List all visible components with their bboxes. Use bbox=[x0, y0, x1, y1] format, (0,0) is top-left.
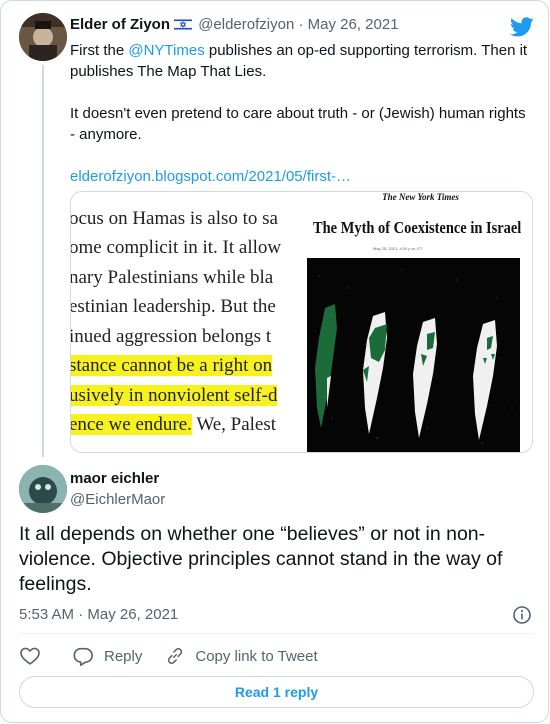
excerpt-line-highlighted: usively in nonviolent self-d bbox=[71, 385, 278, 407]
tweet-paragraph: First the @NYTimes publishes an op-ed su… bbox=[70, 40, 532, 82]
excerpt-line: ome complicit in it. It allow bbox=[71, 237, 282, 258]
reply-timestamp[interactable]: 5:53 AM · May 26, 2021 bbox=[19, 606, 178, 623]
tweet-date[interactable]: May 26, 2021 bbox=[308, 16, 399, 33]
divider bbox=[19, 633, 534, 634]
author-avatar[interactable] bbox=[19, 13, 67, 61]
four-maps-graphic bbox=[307, 258, 520, 452]
parent-tweet-header: Elder of Ziyon @elderofziyon · May 26, 2… bbox=[70, 16, 399, 35]
op-ed-excerpt-image[interactable]: ocus on Hamas is also to sa ome complici… bbox=[71, 192, 307, 452]
thread-connector-line bbox=[42, 65, 44, 457]
text-segment: First the bbox=[70, 42, 129, 59]
highlighted-text: ence we endure. bbox=[71, 414, 192, 435]
tweet-paragraph: It doesn't even pretend to care about tr… bbox=[70, 105, 526, 143]
excerpt-line: nary Palestinians while bla bbox=[71, 267, 274, 288]
parent-tweet-text: First the @NYTimes publishes an op-ed su… bbox=[70, 40, 532, 187]
nyt-logo: The New York Times bbox=[382, 192, 459, 202]
copy-link-button[interactable]: Copy link to Tweet bbox=[165, 646, 318, 666]
highlighted-text: usively in nonviolent self-d bbox=[71, 385, 278, 406]
info-icon[interactable] bbox=[512, 605, 532, 625]
author-handle[interactable]: @elderofziyon bbox=[198, 16, 294, 33]
excerpt-line-highlighted: ence we endure. We, Palest bbox=[71, 414, 276, 436]
reply-tweet-text: It all depends on whether one “believes”… bbox=[19, 523, 503, 595]
tweet-media[interactable]: ocus on Hamas is also to sa ome complici… bbox=[70, 191, 533, 453]
excerpt-line: inued aggression belongs t bbox=[71, 326, 272, 347]
highlighted-text: stance cannot be a right on bbox=[71, 355, 273, 376]
read-replies-button[interactable]: Read 1 reply bbox=[19, 676, 534, 708]
reply-icon bbox=[73, 647, 93, 666]
reply-button[interactable]: Reply bbox=[72, 645, 142, 667]
nyt-map-image[interactable]: The New York Times The Myth of Coexisten… bbox=[307, 192, 532, 452]
like-button[interactable] bbox=[19, 645, 41, 667]
meta-separator: · bbox=[298, 16, 304, 33]
copy-link-label: Copy link to Tweet bbox=[195, 647, 318, 665]
reply-label: Reply bbox=[104, 647, 143, 665]
author-name[interactable]: Elder of Ziyon bbox=[70, 16, 170, 33]
heart-icon bbox=[20, 647, 40, 665]
reply-author-name[interactable]: maor eichler bbox=[70, 470, 159, 487]
excerpt-line-highlighted: stance cannot be a right on bbox=[71, 355, 273, 377]
blog-post-link[interactable]: elderofziyon.blogspot.com/2021/05/first-… bbox=[70, 168, 351, 185]
israel-flag-icon bbox=[173, 17, 193, 35]
excerpt-text: We, Palest bbox=[191, 414, 277, 435]
excerpt-line: ocus on Hamas is also to sa bbox=[71, 208, 278, 229]
article-date: May 25, 2021, 4:30 p.m. ET bbox=[373, 246, 423, 251]
twitter-bird-icon[interactable] bbox=[510, 15, 534, 39]
excerpt-line: estinian leadership. But the bbox=[71, 296, 276, 317]
reply-author-avatar[interactable] bbox=[19, 465, 67, 513]
reply-author-handle[interactable]: @EichlerMaor bbox=[70, 491, 165, 508]
article-title: The Myth of Coexistence in Israel bbox=[313, 218, 522, 237]
tweet-embed-card: Elder of Ziyon @elderofziyon · May 26, 2… bbox=[0, 0, 549, 723]
tweet-actions: Reply Copy link to Tweet bbox=[19, 645, 318, 667]
link-icon bbox=[168, 648, 183, 664]
nytimes-mention-link[interactable]: @NYTimes bbox=[128, 42, 204, 59]
